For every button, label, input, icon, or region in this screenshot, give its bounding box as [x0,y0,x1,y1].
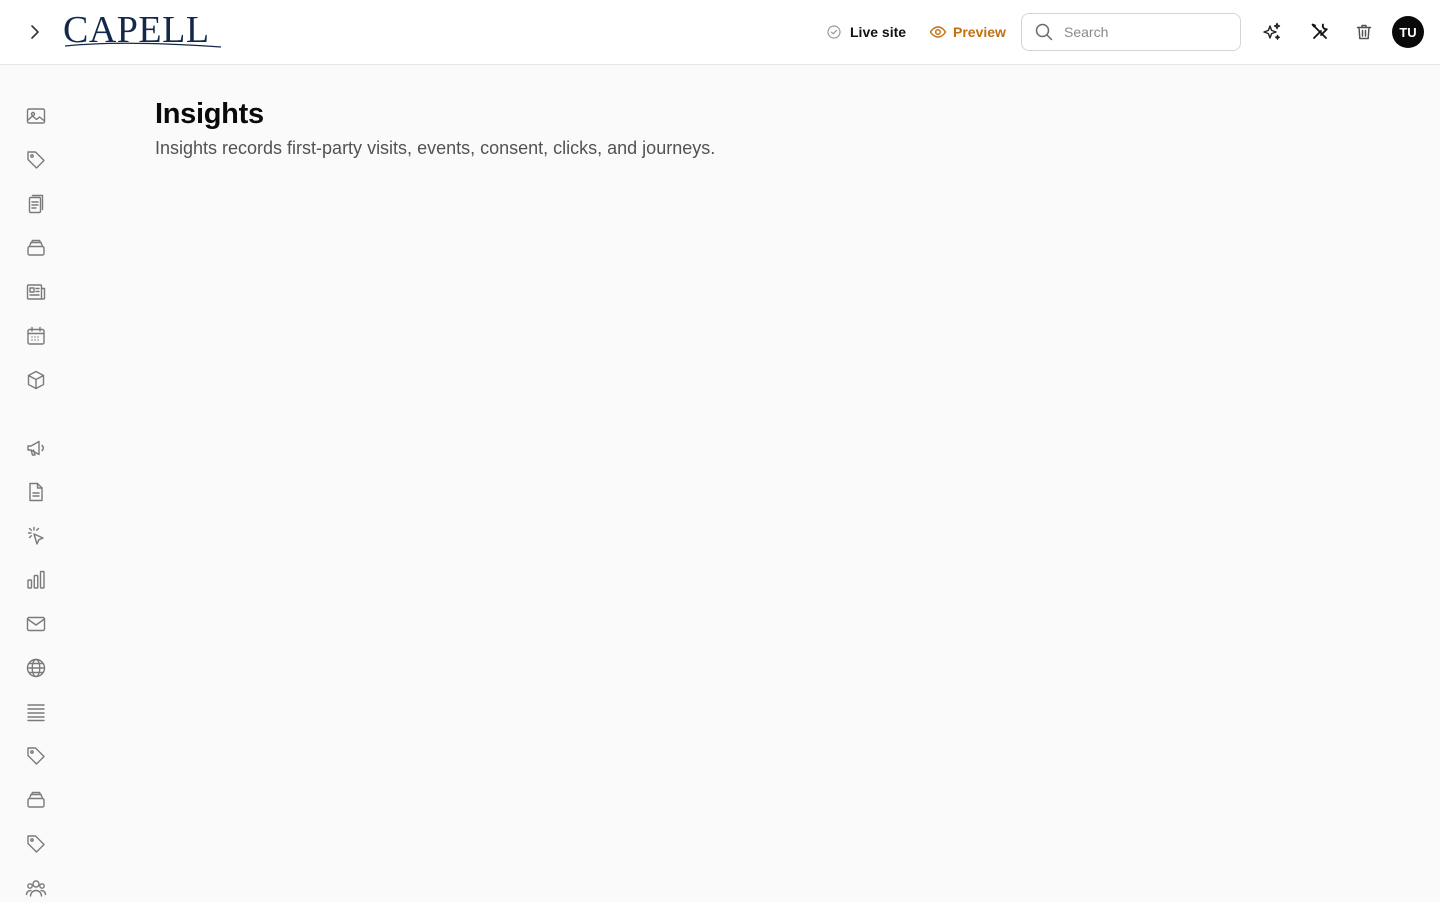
globe-icon [26,658,46,678]
image-icon [26,108,46,124]
tag-icon [27,835,45,853]
sidebar-item-articles[interactable] [22,278,50,306]
cube-icon [27,370,45,390]
capell-logo[interactable]: CAPELL [63,10,223,50]
logo-swoosh [64,42,222,48]
main-content: Insights Insights records first-party vi… [155,96,715,160]
archive-icon [27,239,45,256]
search-input[interactable] [1064,24,1224,40]
chevron-right-icon [31,25,39,39]
tools-button[interactable] [1306,18,1334,46]
top-bar: CAPELL Live site Preview TU [0,0,1440,65]
user-avatar[interactable]: TU [1392,16,1424,48]
preview-label: Preview [953,24,1006,40]
sidebar-item-clicks[interactable] [22,522,50,550]
sidebar [0,65,72,900]
archive-icon [27,791,45,808]
search-box[interactable] [1021,13,1241,51]
preview-link[interactable]: Preview [929,20,1006,44]
sidebar-item-forms[interactable] [22,190,50,218]
mail-icon [26,616,46,632]
sidebar-item-mail[interactable] [22,610,50,638]
clipboard-icon [28,194,44,214]
tag-icon [27,151,45,169]
sidebar-item-insights[interactable] [22,566,50,594]
page-title: Insights [155,98,264,130]
sidebar-item-sites[interactable] [22,654,50,682]
megaphone-icon [27,440,44,456]
eye-icon [929,26,947,38]
tag-icon [27,747,45,765]
sidebar-item-tags[interactable] [22,146,50,174]
sidebar-item-pages[interactable] [22,478,50,506]
expand-sidebar-button[interactable] [20,18,48,46]
check-circle-icon [827,25,841,39]
sidebar-item-tags-3[interactable] [22,830,50,858]
search-icon [1035,23,1053,41]
cursor-click-icon [27,526,44,545]
sidebar-item-collections[interactable] [22,234,50,262]
document-icon [29,482,43,502]
sidebar-item-products[interactable] [22,366,50,394]
trash-icon [1356,24,1372,40]
sparkles-icon [1263,22,1281,40]
bar-chart-icon [27,570,45,589]
list-icon [27,704,45,722]
live-site-label: Live site [850,24,907,40]
ai-sparkles-button[interactable] [1258,18,1286,46]
wrench-screwdriver-icon [1311,23,1328,39]
sidebar-item-tags-2[interactable] [22,742,50,770]
sidebar-item-users[interactable] [22,874,50,902]
sidebar-item-events[interactable] [22,322,50,350]
sidebar-item-campaigns[interactable] [22,434,50,462]
trash-button[interactable] [1350,18,1378,46]
newspaper-icon [26,284,46,300]
live-site-link[interactable]: Live site [826,20,906,44]
sidebar-item-media[interactable] [22,102,50,130]
page-description: Insights records first-party visits, eve… [155,138,716,158]
users-icon [25,880,47,897]
calendar-icon [27,326,45,345]
sidebar-item-menus[interactable] [22,698,50,726]
sidebar-item-collections-2[interactable] [22,786,50,814]
